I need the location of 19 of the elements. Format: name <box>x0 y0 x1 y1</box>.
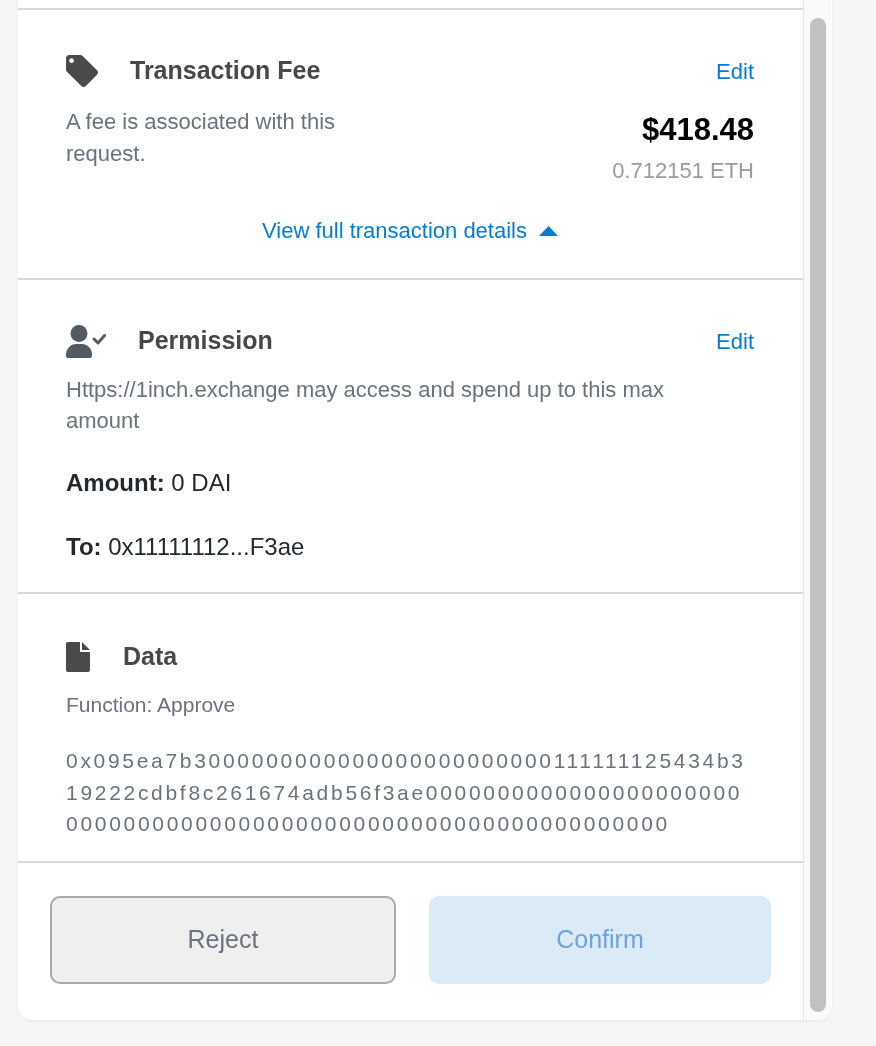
section-title: Permission <box>138 325 273 357</box>
fee-amount-eth: 0.712151 ETH <box>612 157 754 185</box>
scrollbar-thumb[interactable] <box>809 18 826 1012</box>
fee-amount: $418.48 <box>641 111 754 149</box>
permission-detail: Amount: 0 DAI <box>66 468 233 498</box>
edit-link[interactable]: Edit <box>716 324 754 358</box>
section-title: Transaction Fee <box>130 55 321 87</box>
permission-detail: To: 0x11111112...F3ae <box>66 532 306 562</box>
tag-icon <box>66 55 98 87</box>
file-icon <box>66 642 90 672</box>
section-title: Data <box>123 641 178 673</box>
view-details-link[interactable]: View full transaction details <box>262 214 558 247</box>
function-name: Function: Approve <box>66 692 237 718</box>
reject-button[interactable]: Reject <box>50 896 396 984</box>
fee-description: A fee is associated with this request. <box>66 108 337 168</box>
hex-data: 0x095ea7b3000000000000000000000000111111125434b319222cdbf8c261674adb56f3ae0000000000000000000000000000000000000000000000000000000000000000 <box>66 748 747 837</box>
edit-link[interactable]: Edit <box>716 54 754 88</box>
permission-description: Https://1inch.exchange may access and spend up to this max amount <box>66 376 665 435</box>
user-check-icon <box>66 324 106 358</box>
